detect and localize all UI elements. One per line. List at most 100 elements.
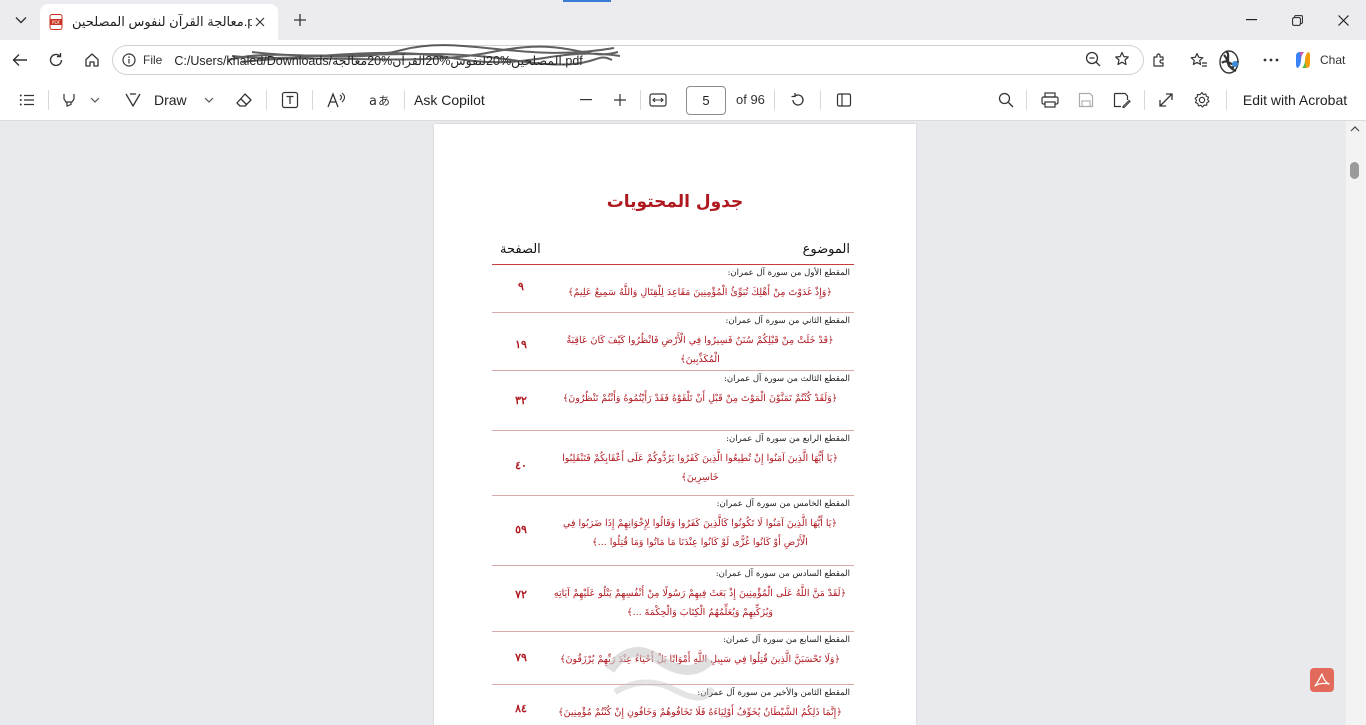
minimize-button[interactable] — [1228, 0, 1274, 40]
column-header-page: الصفحة — [500, 242, 541, 257]
toc-entry[interactable]: المقطع الأول من سورة آل عمران: ﴿وَإِذْ غَ… — [492, 265, 854, 313]
pdf-settings-button[interactable] — [1190, 88, 1214, 112]
fullscreen-button[interactable] — [1154, 88, 1178, 112]
edit-with-acrobat-label: Edit with Acrobat — [1242, 92, 1348, 108]
toolbar-separator — [774, 90, 775, 110]
toc-entry[interactable]: المقطع الثالث من سورة آل عمران: ﴿وَلَقَدْ… — [492, 371, 854, 431]
toolbar-separator — [404, 90, 405, 110]
acrobat-button[interactable] — [1310, 668, 1334, 692]
fit-to-width-button[interactable] — [646, 88, 670, 112]
extensions-button[interactable] — [1145, 46, 1173, 74]
page-number-input[interactable]: 5 — [686, 86, 726, 115]
tab-strip: PDF معالجة القرآن لنفوس المصلحين.pdf — [0, 0, 1366, 40]
toc-entry-page-number: ٧٢ — [515, 588, 527, 601]
read-aloud-icon — [327, 92, 346, 108]
close-window-button[interactable] — [1320, 0, 1366, 40]
back-button[interactable] — [6, 46, 34, 74]
home-icon — [85, 53, 99, 67]
page-view-button[interactable] — [832, 88, 856, 112]
erase-button[interactable] — [232, 88, 256, 112]
save-as-icon — [1113, 92, 1131, 108]
read-aloud-button[interactable] — [324, 88, 350, 112]
gear-icon — [1194, 91, 1210, 108]
toc-entry-verse: ﴿وَلَا تَحْسَبَنَّ الَّذِينَ قُتِلُوا فِ… — [559, 654, 841, 665]
printer-icon — [1041, 92, 1059, 108]
toc-entry[interactable]: المقطع السادس من سورة آل عمران: ﴿لَقَدْ م… — [492, 566, 854, 632]
zoom-out-button[interactable] — [574, 88, 598, 112]
toc-entry[interactable]: المقطع الخامس من سورة آل عمران: ﴿يَا أَيُ… — [492, 496, 854, 566]
toc-entry[interactable]: المقطع الرابع من سورة آل عمران: ﴿يَا أَيُ… — [492, 431, 854, 496]
url-text[interactable]: C:/Users/khaled/Downloads/المصلحين%20لنف… — [174, 53, 582, 68]
find-button[interactable] — [994, 88, 1018, 112]
toolbar-separator — [1226, 90, 1227, 110]
draw-options-button[interactable] — [200, 88, 218, 112]
fit-width-icon — [649, 93, 667, 107]
zoom-in-button[interactable] — [608, 88, 632, 112]
refresh-button[interactable] — [42, 46, 70, 74]
toc-entry-page-number: ٤٠ — [515, 459, 527, 472]
search-icon — [998, 92, 1014, 108]
toc-entry[interactable]: المقطع السابع من سورة آل عمران: ﴿وَلَا تَ… — [492, 632, 854, 685]
page-number-value: 5 — [702, 93, 710, 108]
ask-copilot-label: Ask Copilot — [414, 92, 485, 108]
info-icon[interactable] — [121, 52, 137, 68]
puzzle-icon — [1153, 53, 1164, 67]
scroll-up-arrow-icon[interactable] — [1350, 124, 1360, 134]
settings-more-button[interactable] — [1257, 46, 1285, 74]
toc-entry-page-number: ٨٤ — [515, 702, 527, 715]
toc-entry-verse: ﴿لَقَدْ مَنَّ اللَّهُ عَلَى الْمُؤْمِنِي… — [553, 588, 847, 618]
toc-entry-label: المقطع الأول من سورة آل عمران: — [727, 268, 850, 278]
draw-pen-icon — [125, 93, 141, 107]
home-button[interactable] — [78, 46, 106, 74]
pdf-file-icon: PDF — [48, 14, 64, 30]
copilot-chat-button[interactable]: Chat — [1292, 47, 1345, 73]
list-icon — [19, 94, 34, 106]
text-box-icon — [281, 91, 299, 109]
translate-button[interactable]: aあ — [366, 88, 392, 112]
pdf-toolbar: Draw aあ Ask Copilot 5 of 96 Edit with Ac… — [0, 80, 1366, 121]
toc-entry-label: المقطع الثالث من سورة آل عمران: — [724, 374, 850, 384]
highlight-button[interactable] — [58, 88, 80, 112]
zoom-out-page-button[interactable] — [1079, 45, 1107, 73]
edit-with-acrobat-button[interactable]: Edit with Acrobat — [1236, 88, 1354, 112]
highlighter-icon — [63, 94, 75, 107]
rotate-icon — [791, 93, 804, 106]
minus-icon — [580, 99, 592, 101]
restore-icon — [1291, 14, 1303, 26]
tab-actions-menu-button[interactable] — [6, 6, 36, 34]
save-button[interactable] — [1074, 88, 1098, 112]
toolbar-separator — [1026, 90, 1027, 110]
active-tab[interactable]: PDF معالجة القرآن لنفوس المصلحين.pdf — [40, 4, 278, 40]
pdf-viewer[interactable]: جدول المحتويات الموضوع الصفحة المقطع الأ… — [0, 121, 1366, 725]
favorite-button[interactable] — [1108, 45, 1136, 73]
address-bar-row: File C:/Users/khaled/Downloads/المصلحين%… — [0, 40, 1366, 80]
close-icon — [1337, 14, 1349, 26]
avatar[interactable] — [1212, 43, 1246, 77]
star-icon — [1115, 51, 1129, 66]
acrobat-icon — [1314, 673, 1330, 687]
rotate-button[interactable] — [786, 88, 810, 112]
ask-copilot-button[interactable]: Ask Copilot — [414, 88, 496, 112]
contents-button[interactable] — [14, 88, 40, 112]
highlight-options-button[interactable] — [86, 88, 104, 112]
scrollbar-thumb[interactable] — [1350, 162, 1359, 179]
draw-button[interactable]: Draw — [124, 88, 196, 112]
new-tab-button[interactable] — [288, 8, 312, 32]
arrow-left-icon — [12, 54, 27, 66]
page-view-icon — [836, 93, 852, 107]
toc-entry[interactable]: المقطع الثاني من سورة آل عمران: ﴿قَدْ خَل… — [492, 313, 854, 371]
print-button[interactable] — [1038, 88, 1062, 112]
scrollbar-track[interactable] — [1346, 121, 1366, 725]
restore-button[interactable] — [1274, 0, 1320, 40]
save-as-button[interactable] — [1110, 88, 1134, 112]
toc-title: جدول المحتويات — [606, 192, 744, 212]
chevron-down-icon — [204, 97, 214, 103]
toc-entry-page-number: ٣٢ — [515, 394, 527, 407]
toc-entry[interactable]: المقطع الثامن والأخير من سورة آل عمران: ﴿… — [492, 685, 854, 725]
toolbar-separator — [640, 90, 641, 110]
add-text-button[interactable] — [278, 88, 302, 112]
minimize-icon — [1245, 19, 1257, 21]
address-bar[interactable]: File C:/Users/khaled/Downloads/المصلحين%… — [112, 45, 1144, 75]
tab-close-icon[interactable] — [252, 14, 268, 30]
favorites-button[interactable] — [1185, 46, 1213, 74]
